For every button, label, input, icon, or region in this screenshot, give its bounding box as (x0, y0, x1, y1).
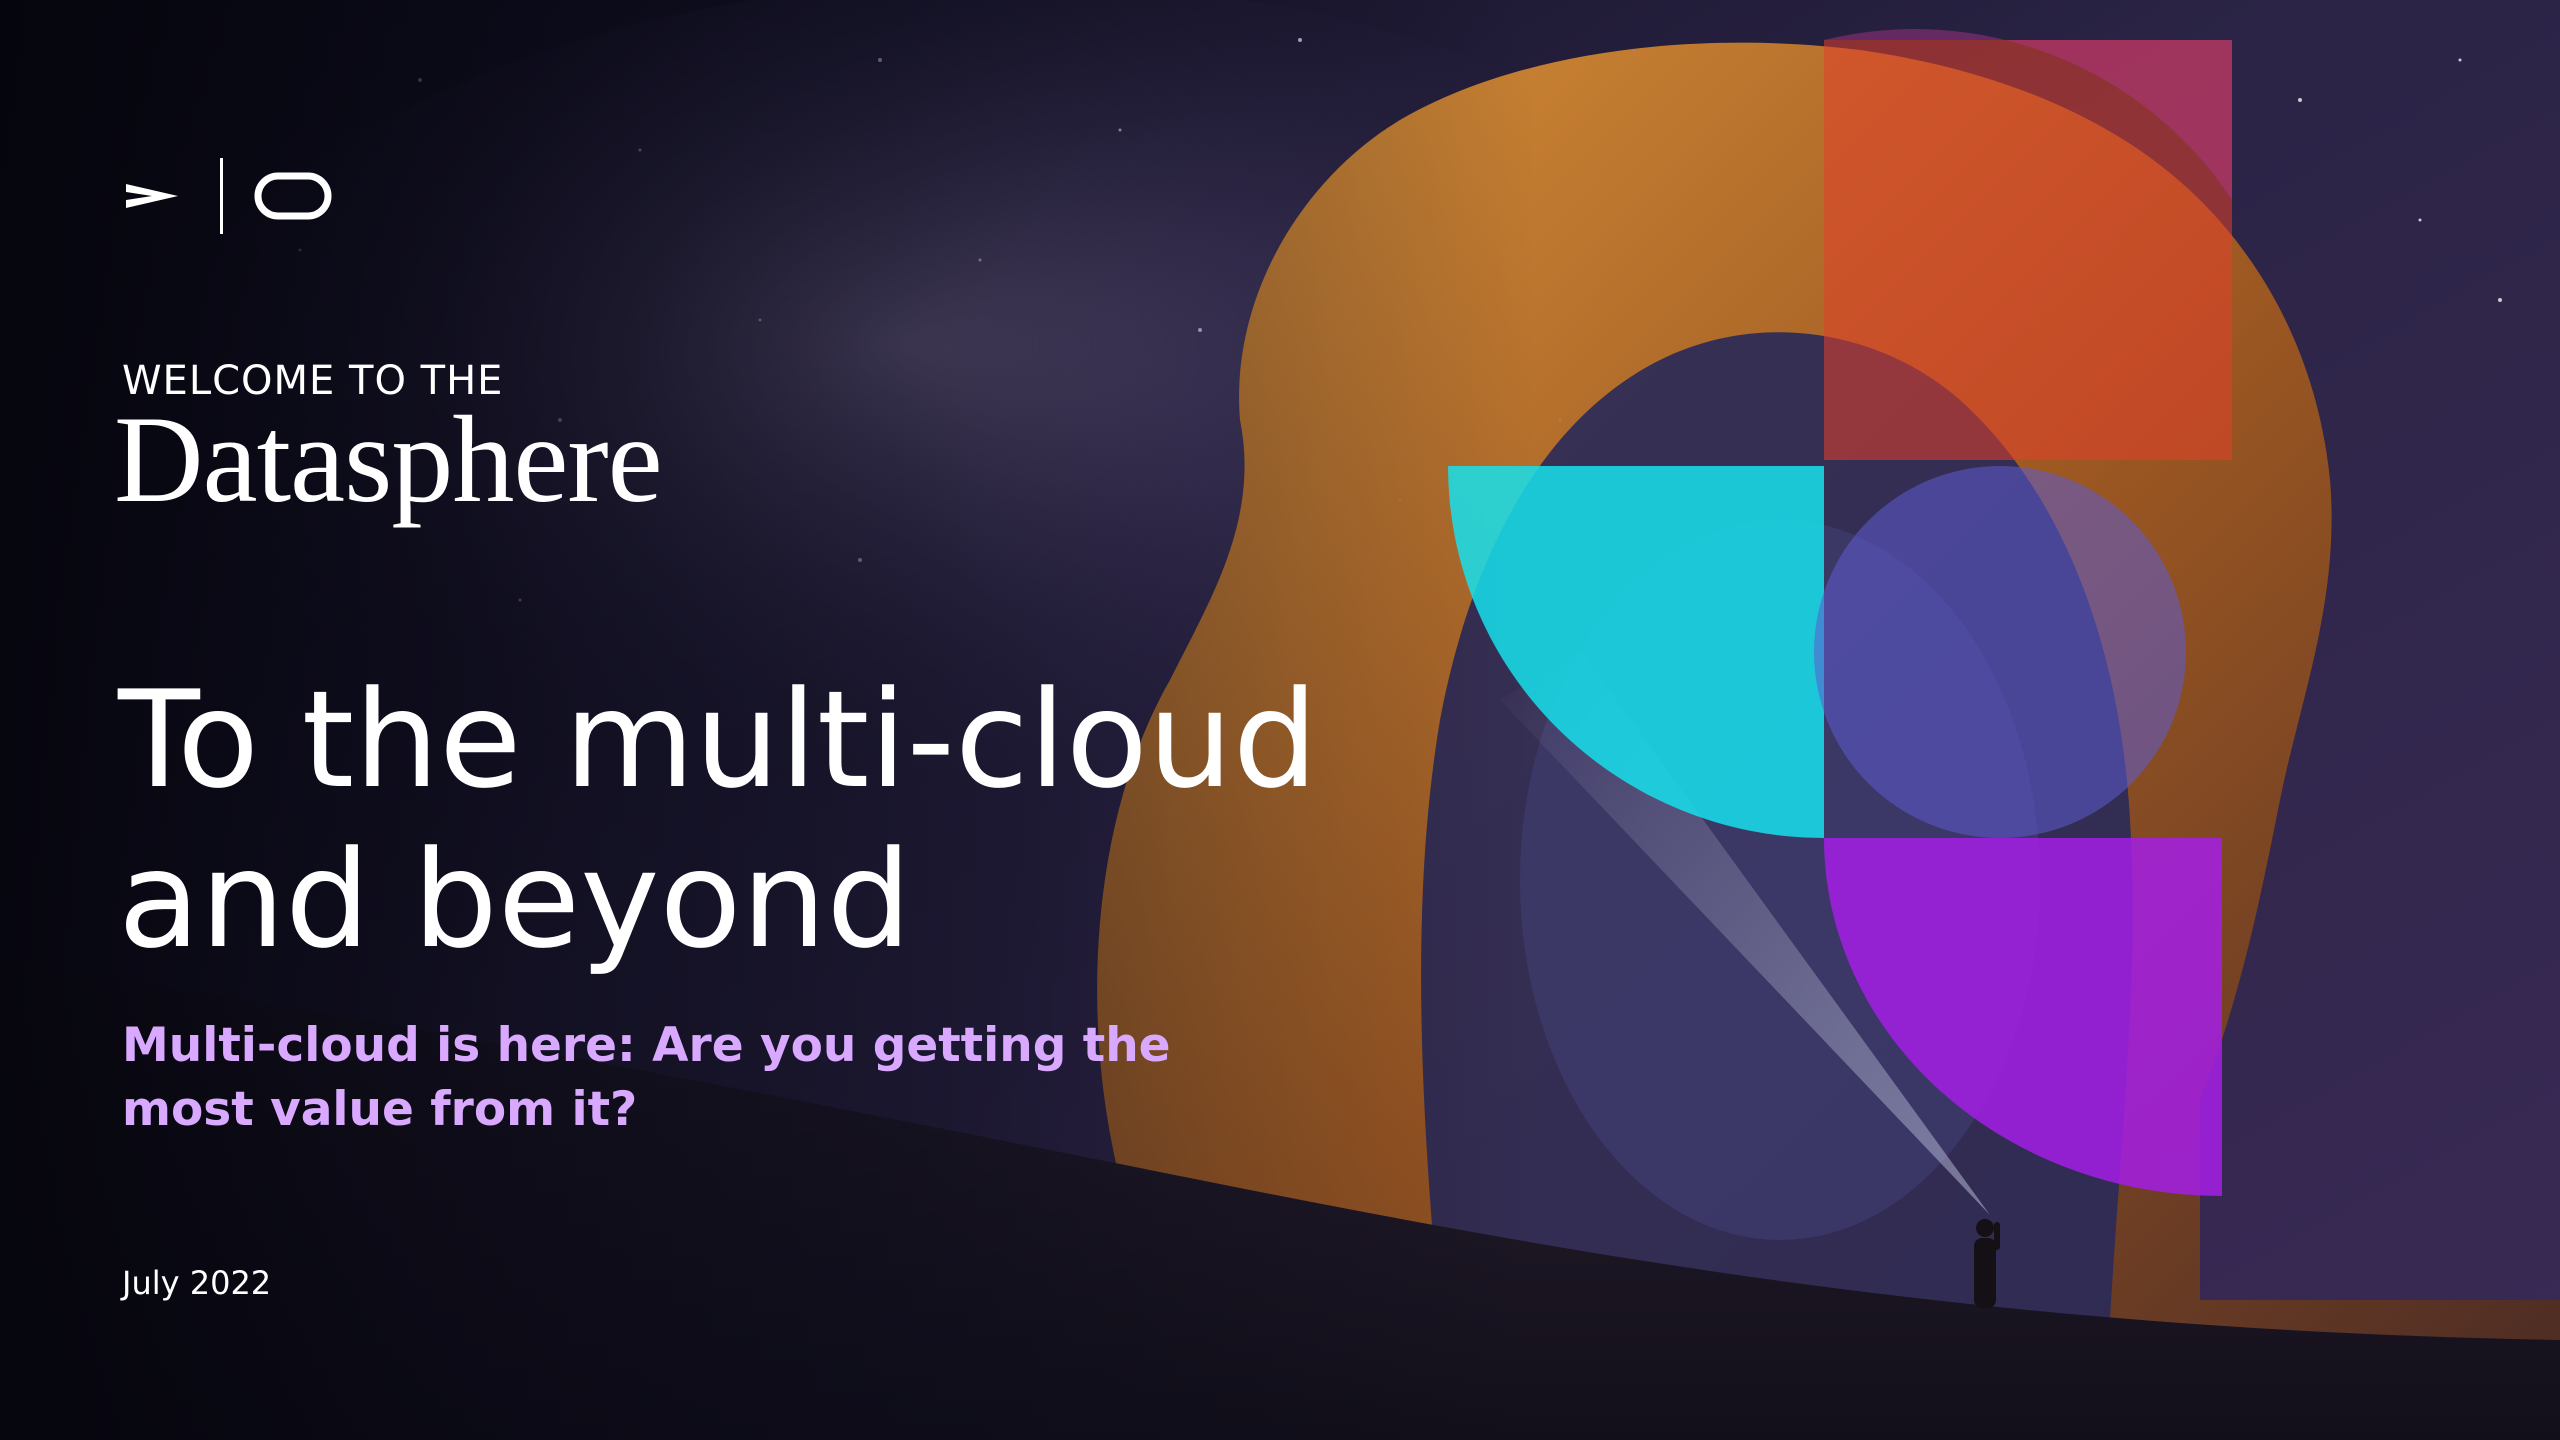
headline-line-1: To the multi-cloud (118, 662, 1318, 818)
cover-slide: WELCOME TO THE Datasphere To the multi-c… (0, 0, 2560, 1440)
divider-line (220, 158, 223, 234)
cover-headline: To the multi-cloud and beyond (118, 660, 1418, 980)
ring-icon (254, 172, 332, 220)
brand-logo (126, 158, 336, 234)
subhead-line-2: most value from it? (122, 1082, 638, 1137)
subhead-line-1: Multi-cloud is here: Are you getting the (122, 1018, 1171, 1073)
cover-subhead: Multi-cloud is here: Are you getting the… (122, 1014, 1222, 1142)
chevron-icon (126, 184, 178, 208)
datasphere-wordmark: Datasphere (114, 391, 663, 528)
headline-line-2: and beyond (118, 822, 912, 978)
publication-date: July 2022 (122, 1264, 272, 1302)
